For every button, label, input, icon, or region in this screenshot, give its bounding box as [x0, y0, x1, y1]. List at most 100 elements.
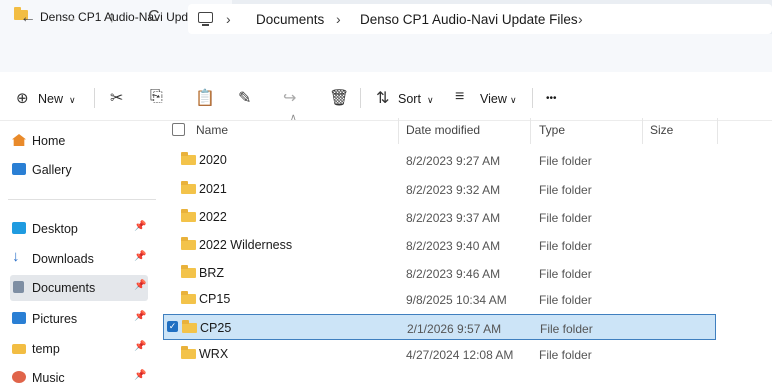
column-header-size[interactable]: Size — [650, 123, 673, 137]
folder-icon — [181, 152, 196, 165]
divider — [94, 88, 95, 108]
copy-icon[interactable]: ⎘ — [150, 88, 163, 106]
file-date: 8/2/2023 9:40 AM — [406, 239, 501, 253]
sidebar-item-label: Home — [32, 134, 66, 148]
sidebar-item-music[interactable]: Music 📌 — [10, 365, 148, 391]
file-type: File folder — [539, 154, 592, 168]
share-icon[interactable]: ↪ — [283, 88, 296, 108]
pictures-icon — [12, 312, 26, 324]
column-header-name[interactable]: Name — [196, 123, 228, 137]
column-header-type[interactable]: Type — [539, 123, 565, 137]
folder-icon — [181, 346, 196, 359]
table-row[interactable]: CP15 9/8/2025 10:34 AM File folder — [163, 286, 716, 312]
document-icon — [13, 281, 24, 293]
file-name: WRX — [199, 347, 229, 361]
sort-icon[interactable]: ⇅ — [376, 88, 389, 108]
refresh-button[interactable]: C — [148, 8, 160, 26]
folder-icon — [181, 181, 196, 194]
folder-icon — [12, 344, 26, 354]
pin-icon[interactable]: 📌 — [134, 251, 146, 262]
gallery-icon — [12, 163, 26, 175]
home-icon — [12, 134, 26, 146]
view-icon[interactable]: ≡ — [455, 88, 464, 106]
download-icon: ↓ — [12, 248, 20, 265]
table-row[interactable]: 2020 8/2/2023 9:27 AM File folder — [163, 147, 716, 173]
new-button[interactable]: New — [38, 92, 63, 106]
file-date: 8/2/2023 9:27 AM — [406, 154, 501, 168]
file-name: 2020 — [199, 153, 227, 167]
breadcrumb-documents[interactable]: Documents — [256, 12, 324, 27]
more-options-button[interactable]: ••• — [546, 93, 557, 104]
file-date: 2/1/2026 9:57 AM — [407, 322, 502, 336]
column-divider[interactable] — [398, 118, 399, 144]
sort-button[interactable]: Sort — [398, 92, 421, 106]
file-date: 8/2/2023 9:37 AM — [406, 211, 501, 225]
chevron-down-icon[interactable]: ∨ — [427, 95, 434, 106]
cut-icon[interactable]: ✂ — [110, 88, 123, 108]
this-pc-icon[interactable] — [198, 12, 213, 26]
sidebar-item-label: Pictures — [32, 312, 78, 326]
view-button[interactable]: View — [480, 92, 507, 106]
column-divider[interactable] — [530, 118, 531, 144]
delete-icon[interactable]: 🗑 — [329, 88, 349, 108]
desktop-icon — [12, 222, 26, 234]
file-type: File folder — [539, 267, 592, 281]
back-button[interactable]: ← — [20, 9, 36, 27]
file-date: 9/8/2025 10:34 AM — [406, 293, 507, 307]
row-checkbox[interactable]: ✓ — [167, 321, 178, 332]
forward-button[interactable]: → — [62, 9, 78, 27]
breadcrumb-current-folder[interactable]: Denso CP1 Audio-Navi Update Files — [360, 12, 578, 27]
pin-icon[interactable]: 📌 — [134, 221, 146, 232]
folder-icon — [181, 291, 196, 304]
folder-icon — [182, 320, 197, 333]
rename-icon[interactable]: ✎ — [238, 88, 251, 108]
table-row[interactable]: WRX 4/27/2024 12:08 AM File folder — [163, 341, 716, 367]
file-type: File folder — [539, 211, 592, 225]
breadcrumb-separator[interactable]: › — [578, 11, 583, 27]
sidebar-item-downloads[interactable]: ↓ Downloads 📌 — [10, 246, 148, 272]
address-row — [0, 34, 772, 72]
pin-icon[interactable]: 📌 — [134, 370, 146, 381]
chevron-down-icon[interactable]: ∨ — [510, 95, 517, 106]
table-row[interactable]: 2022 8/2/2023 9:37 AM File folder — [163, 204, 716, 230]
divider — [532, 88, 533, 108]
table-row-selected[interactable]: ✓ CP25 2/1/2026 9:57 AM File folder — [163, 314, 716, 340]
folder-icon — [181, 265, 196, 278]
new-plus-icon[interactable]: ⊕ — [16, 89, 29, 107]
table-row[interactable]: 2021 8/2/2023 9:32 AM File folder — [163, 176, 716, 202]
sidebar-item-desktop[interactable]: Desktop 📌 — [10, 216, 148, 242]
file-name: 2021 — [199, 182, 227, 196]
pin-icon[interactable]: 📌 — [134, 280, 146, 291]
file-type: File folder — [540, 322, 593, 336]
sidebar-item-pictures[interactable]: Pictures 📌 — [10, 306, 148, 332]
sidebar-item-gallery[interactable]: Gallery — [10, 157, 148, 183]
pin-icon[interactable]: 📌 — [134, 341, 146, 352]
paste-icon[interactable]: 📋 — [195, 88, 215, 108]
file-date: 8/2/2023 9:32 AM — [406, 183, 501, 197]
up-button[interactable]: ↑ — [108, 9, 116, 27]
table-row[interactable]: 2022 Wilderness 8/2/2023 9:40 AM File fo… — [163, 232, 716, 258]
select-all-checkbox[interactable] — [172, 123, 185, 136]
column-header-date[interactable]: Date modified — [406, 123, 480, 137]
file-type: File folder — [539, 348, 592, 362]
breadcrumb-separator[interactable]: › — [226, 11, 231, 27]
pin-icon[interactable]: 📌 — [134, 311, 146, 322]
breadcrumb-separator[interactable]: › — [336, 11, 341, 27]
navigation-divider — [8, 199, 156, 200]
file-name: CP15 — [199, 292, 231, 306]
sidebar-item-label: Downloads — [32, 252, 94, 266]
file-name: CP25 — [200, 321, 232, 335]
sidebar-item-label: temp — [32, 342, 60, 356]
divider — [360, 88, 361, 108]
sidebar-item-temp[interactable]: temp 📌 — [10, 336, 148, 362]
folder-icon — [181, 209, 196, 222]
music-icon — [12, 371, 26, 383]
sidebar-item-home[interactable]: Home — [10, 128, 148, 154]
column-divider[interactable] — [717, 118, 718, 144]
column-divider[interactable] — [642, 118, 643, 144]
sidebar-item-documents[interactable]: Documents 📌 — [10, 275, 148, 301]
table-row[interactable]: BRZ 8/2/2023 9:46 AM File folder — [163, 260, 716, 286]
file-type: File folder — [539, 239, 592, 253]
chevron-down-icon[interactable]: ∨ — [69, 95, 76, 106]
file-name: BRZ — [199, 266, 224, 280]
